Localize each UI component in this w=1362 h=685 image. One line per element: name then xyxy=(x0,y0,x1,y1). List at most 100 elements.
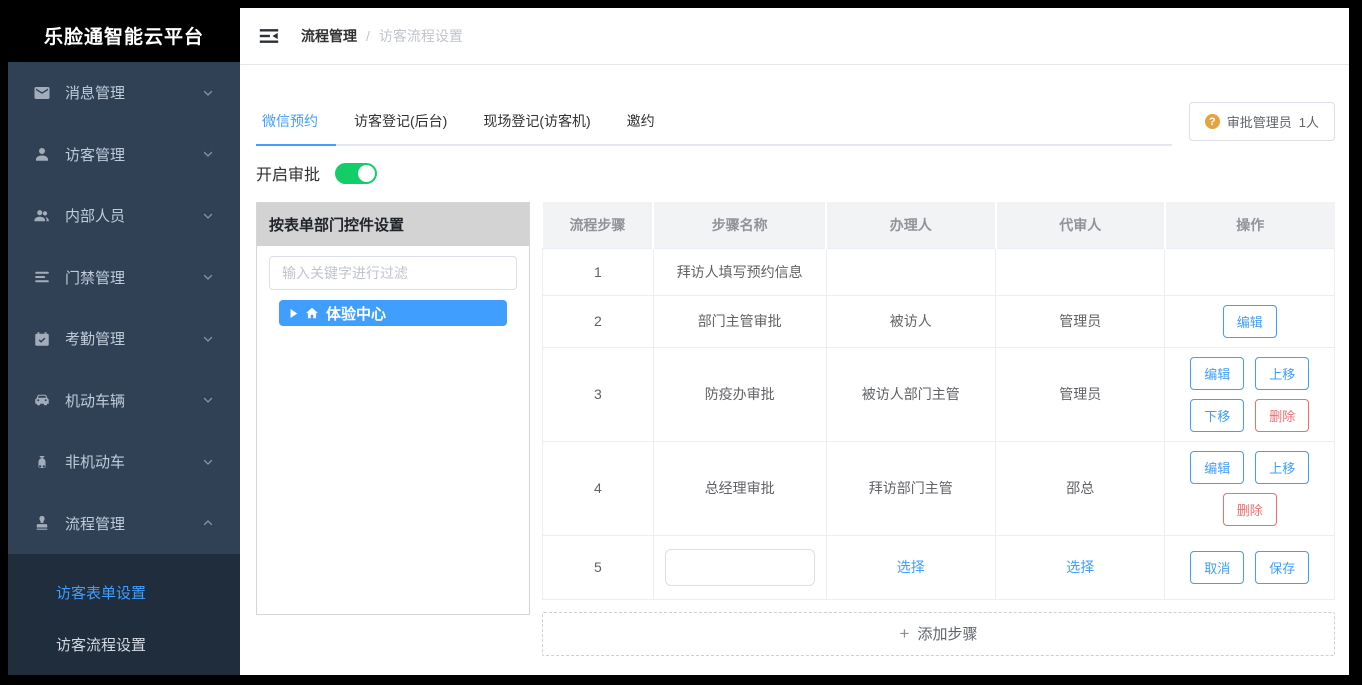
actions-cell: 编辑上移删除 xyxy=(1165,441,1335,535)
tab-invitation[interactable]: 邀约 xyxy=(609,109,673,146)
sidebar-item-process[interactable]: 流程管理 xyxy=(8,493,240,555)
delete-button[interactable]: 删除 xyxy=(1223,493,1277,526)
handler-cell: 选择 xyxy=(826,535,995,599)
step-number-cell: 2 xyxy=(543,295,654,347)
edit-button[interactable]: 编辑 xyxy=(1190,357,1244,390)
stamp-icon xyxy=(33,514,51,532)
table-row: 4总经理审批拜访部门主管邵总编辑上移删除 xyxy=(543,441,1335,535)
actions-cell: 编辑 xyxy=(1165,295,1335,347)
chevron-down-icon xyxy=(202,394,214,406)
step-name-cell: 防疫办审批 xyxy=(653,347,826,441)
column-header: 步骤名称 xyxy=(653,202,826,248)
column-header: 流程步骤 xyxy=(543,202,654,248)
delegate-cell: 管理员 xyxy=(996,347,1165,441)
scooter-icon xyxy=(33,453,51,471)
sidebar-item-staff[interactable]: 内部人员 xyxy=(8,185,240,247)
breadcrumb-separator: / xyxy=(366,28,370,44)
edit-button[interactable]: 编辑 xyxy=(1190,451,1244,484)
sidebar-item-label: 内部人员 xyxy=(65,205,202,226)
sidebar: 乐脸通智能云平台 消息管理访客管理内部人员门禁管理考勤管理机动车辆非机动车流程管… xyxy=(8,8,240,675)
table-row: 1拜访人填写预约信息 xyxy=(543,248,1335,295)
chevron-down-icon xyxy=(202,87,214,99)
delete-button[interactable]: 删除 xyxy=(1255,399,1309,432)
actions-cell: 取消保存 xyxy=(1165,535,1335,599)
table-body: 1拜访人填写预约信息2部门主管审批被访人管理员编辑3防疫办审批被访人部门主管管理… xyxy=(543,248,1335,599)
breadcrumb: 流程管理 / 访客流程设置 xyxy=(301,26,463,46)
approval-toggle[interactable] xyxy=(335,163,377,184)
select-handler-link[interactable]: 选择 xyxy=(897,559,925,575)
process-table-area: 流程步骤步骤名称办理人代审人操作 1拜访人填写预约信息2部门主管审批被访人管理员… xyxy=(542,202,1335,656)
approver-badge-count: 1人 xyxy=(1299,112,1319,131)
add-step-label: 添加步骤 xyxy=(917,623,977,644)
tab-onsite-register-kiosk[interactable]: 现场登记(访客机) xyxy=(465,109,608,146)
sidebar-item-attendance[interactable]: 考勤管理 xyxy=(8,308,240,370)
handler-cell: 被访人部门主管 xyxy=(826,347,995,441)
sidebar-item-label: 流程管理 xyxy=(65,513,202,534)
actions-group: 编辑上移删除 xyxy=(1179,451,1321,526)
sidebar-item-label: 消息管理 xyxy=(65,82,202,103)
delegate-cell: 选择 xyxy=(996,535,1165,599)
table-row: 5选择选择取消保存 xyxy=(543,535,1335,599)
add-step-button[interactable]: + 添加步骤 xyxy=(542,612,1335,656)
chevron-down-icon xyxy=(202,210,214,222)
handler-cell: 拜访部门主管 xyxy=(826,441,995,535)
step-name-cell: 拜访人填写预约信息 xyxy=(653,248,826,295)
sidebar-item-label: 考勤管理 xyxy=(65,328,202,349)
sidebar-item-messages[interactable]: 消息管理 xyxy=(8,62,240,124)
chevron-down-icon xyxy=(202,271,214,283)
move-up-button[interactable]: 上移 xyxy=(1255,357,1309,390)
chevron-down-icon xyxy=(202,456,214,468)
sidebar-item-non-motor[interactable]: 非机动车 xyxy=(8,431,240,493)
step-number-cell: 4 xyxy=(543,441,654,535)
sidebar-item-visitors[interactable]: 访客管理 xyxy=(8,124,240,186)
tree-node-label: 体验中心 xyxy=(326,303,386,324)
tab-wechat-reservation[interactable]: 微信预约 xyxy=(256,109,336,146)
approval-switch-row: 开启审批 xyxy=(256,161,1335,185)
chevron-up-icon xyxy=(202,517,214,529)
step-name-cell: 部门主管审批 xyxy=(653,295,826,347)
edit-button[interactable]: 编辑 xyxy=(1223,305,1277,338)
attendance-icon xyxy=(33,330,51,348)
sidebar-item-label: 门禁管理 xyxy=(65,267,202,288)
move-up-button[interactable]: 上移 xyxy=(1255,451,1309,484)
cancel-button[interactable]: 取消 xyxy=(1190,551,1244,584)
tree-node-experience-center[interactable]: 体验中心 xyxy=(279,300,507,326)
chevron-down-icon xyxy=(202,333,214,345)
visitor-icon xyxy=(33,145,51,163)
save-button[interactable]: 保存 xyxy=(1255,551,1309,584)
department-tree-panel: 按表单部门控件设置 体验中心 xyxy=(256,202,530,615)
actions-cell: 编辑上移下移删除 xyxy=(1165,347,1335,441)
move-down-button[interactable]: 下移 xyxy=(1190,399,1244,432)
main-area: 流程管理 / 访客流程设置 微信预约访客登记(后台)现场登记(访客机)邀约 审批… xyxy=(240,8,1349,675)
page-content: 微信预约访客登记(后台)现场登记(访客机)邀约 审批管理员 1人 开启审批 按表… xyxy=(240,65,1349,675)
tree-panel-body: 体验中心 xyxy=(257,246,529,336)
handler-cell: 被访人 xyxy=(826,295,995,347)
handler-cell xyxy=(826,248,995,295)
sidebar-item-vehicles[interactable]: 机动车辆 xyxy=(8,370,240,432)
step-name-input[interactable] xyxy=(665,549,815,586)
table-header-row: 流程步骤步骤名称办理人代审人操作 xyxy=(543,202,1335,248)
step-name-cell xyxy=(653,535,826,599)
sidebar-collapse-icon[interactable] xyxy=(258,25,280,47)
staff-icon xyxy=(33,207,51,225)
sidebar-subitem-visitor-flow-settings[interactable]: 访客流程设置 xyxy=(8,618,240,670)
step-number-cell: 1 xyxy=(543,248,654,295)
body-row: 按表单部门控件设置 体验中心 xyxy=(256,202,1335,656)
approval-switch-label: 开启审批 xyxy=(256,161,320,185)
breadcrumb-level1[interactable]: 流程管理 xyxy=(301,26,357,46)
breadcrumb-level2: 访客流程设置 xyxy=(379,26,463,46)
step-name-cell: 总经理审批 xyxy=(653,441,826,535)
sidebar-subitem-visitor-form-settings[interactable]: 访客表单设置 xyxy=(8,566,240,618)
tab-bar: 微信预约访客登记(后台)现场登记(访客机)邀约 xyxy=(256,109,1172,146)
approver-badge-button[interactable]: 审批管理员 1人 xyxy=(1189,102,1335,141)
sidebar-item-access[interactable]: 门禁管理 xyxy=(8,247,240,309)
tab-visitor-register-backend[interactable]: 访客登记(后台) xyxy=(336,109,465,146)
tree-filter-input[interactable] xyxy=(269,256,517,290)
tabs-row: 微信预约访客登记(后台)现场登记(访客机)邀约 审批管理员 1人 xyxy=(256,109,1335,146)
caret-right-icon xyxy=(289,308,298,319)
delegate-cell: 邵总 xyxy=(996,441,1165,535)
table-row: 3防疫办审批被访人部门主管管理员编辑上移下移删除 xyxy=(543,347,1335,441)
select-delegate-link[interactable]: 选择 xyxy=(1066,559,1094,575)
process-steps-table: 流程步骤步骤名称办理人代审人操作 1拜访人填写预约信息2部门主管审批被访人管理员… xyxy=(542,202,1335,600)
message-icon xyxy=(33,84,51,102)
